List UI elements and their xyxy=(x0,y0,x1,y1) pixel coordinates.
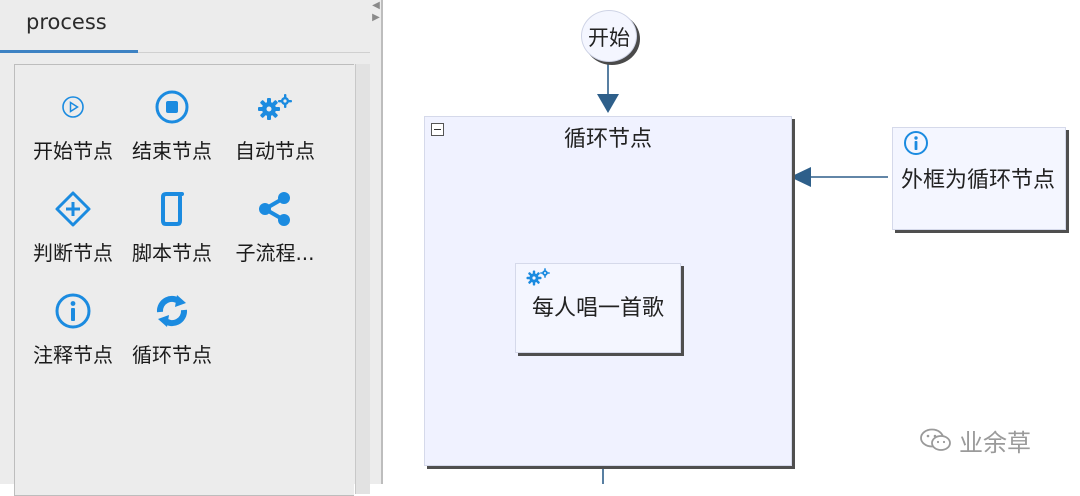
end-node-icon xyxy=(122,87,222,127)
decision-icon xyxy=(23,189,123,229)
arrowhead-down-icon xyxy=(597,94,619,113)
palette-item-label: 注释节点 xyxy=(33,343,113,367)
start-node[interactable]: 开始 xyxy=(581,10,637,62)
palette-item-end[interactable]: 结束节点 xyxy=(122,87,222,177)
palette-item-label: 开始节点 xyxy=(33,139,113,163)
palette-scrollbar[interactable] xyxy=(355,64,370,494)
palette-item-label: 自动节点 xyxy=(235,139,315,163)
diagram-canvas[interactable]: 开始 循环节点 每人唱一首歌 外框为循环节点 业余草 xyxy=(383,0,1080,484)
tab-separator xyxy=(138,52,370,53)
info-icon xyxy=(23,291,123,331)
gears-icon xyxy=(526,268,552,290)
palette-item-start[interactable]: 开始节点 xyxy=(23,87,123,177)
share-icon xyxy=(225,189,325,229)
palette-tabbar: process xyxy=(0,0,370,54)
watermark-text: 业余草 xyxy=(959,428,1031,457)
arrowhead-left-icon xyxy=(790,167,811,187)
palette-item-label: 子流程... xyxy=(235,241,315,265)
palette-item-label: 判断节点 xyxy=(33,241,113,265)
watermark: 业余草 xyxy=(919,420,1031,460)
auto-task-node[interactable]: 每人唱一首歌 xyxy=(515,263,681,353)
tab-active-indicator xyxy=(0,50,138,53)
annotation-node[interactable]: 外框为循环节点 xyxy=(892,127,1066,230)
start-node-label: 开始 xyxy=(588,26,630,50)
palette-item-label: 循环节点 xyxy=(132,343,212,367)
loop-icon xyxy=(122,291,222,331)
palette-item-label: 脚本节点 xyxy=(132,241,212,265)
palette-item-decision[interactable]: 判断节点 xyxy=(23,189,123,279)
palette-item-label: 结束节点 xyxy=(132,139,212,163)
palette-frame: 开始节点 结束节点 自动节点 判断节点 脚本节点 子流程... 注释节点 循环节… xyxy=(14,64,354,496)
palette-item-script[interactable]: 脚本节点 xyxy=(122,189,222,279)
script-icon xyxy=(122,189,222,229)
palette-panel: process ◀ ▶ 开始节点 结束节点 自动节点 判断节点 脚本节点 子流程… xyxy=(0,0,383,496)
loop-node[interactable]: 循环节点 每人唱一首歌 xyxy=(424,116,792,466)
gears-icon xyxy=(225,87,325,127)
start-node-icon xyxy=(23,87,123,127)
annotation-text: 外框为循环节点 xyxy=(900,168,1055,193)
loop-node-title: 循环节点 xyxy=(563,127,652,152)
auto-task-title: 每人唱一首歌 xyxy=(531,296,664,321)
palette-item-auto[interactable]: 自动节点 xyxy=(225,87,325,177)
wechat-icon xyxy=(920,428,951,451)
palette-item-loop[interactable]: 循环节点 xyxy=(122,291,222,381)
palette-item-subprocess[interactable]: 子流程... xyxy=(225,189,325,279)
info-icon xyxy=(903,130,929,160)
palette-item-note[interactable]: 注释节点 xyxy=(23,291,123,381)
tab-process[interactable]: process xyxy=(26,10,107,34)
